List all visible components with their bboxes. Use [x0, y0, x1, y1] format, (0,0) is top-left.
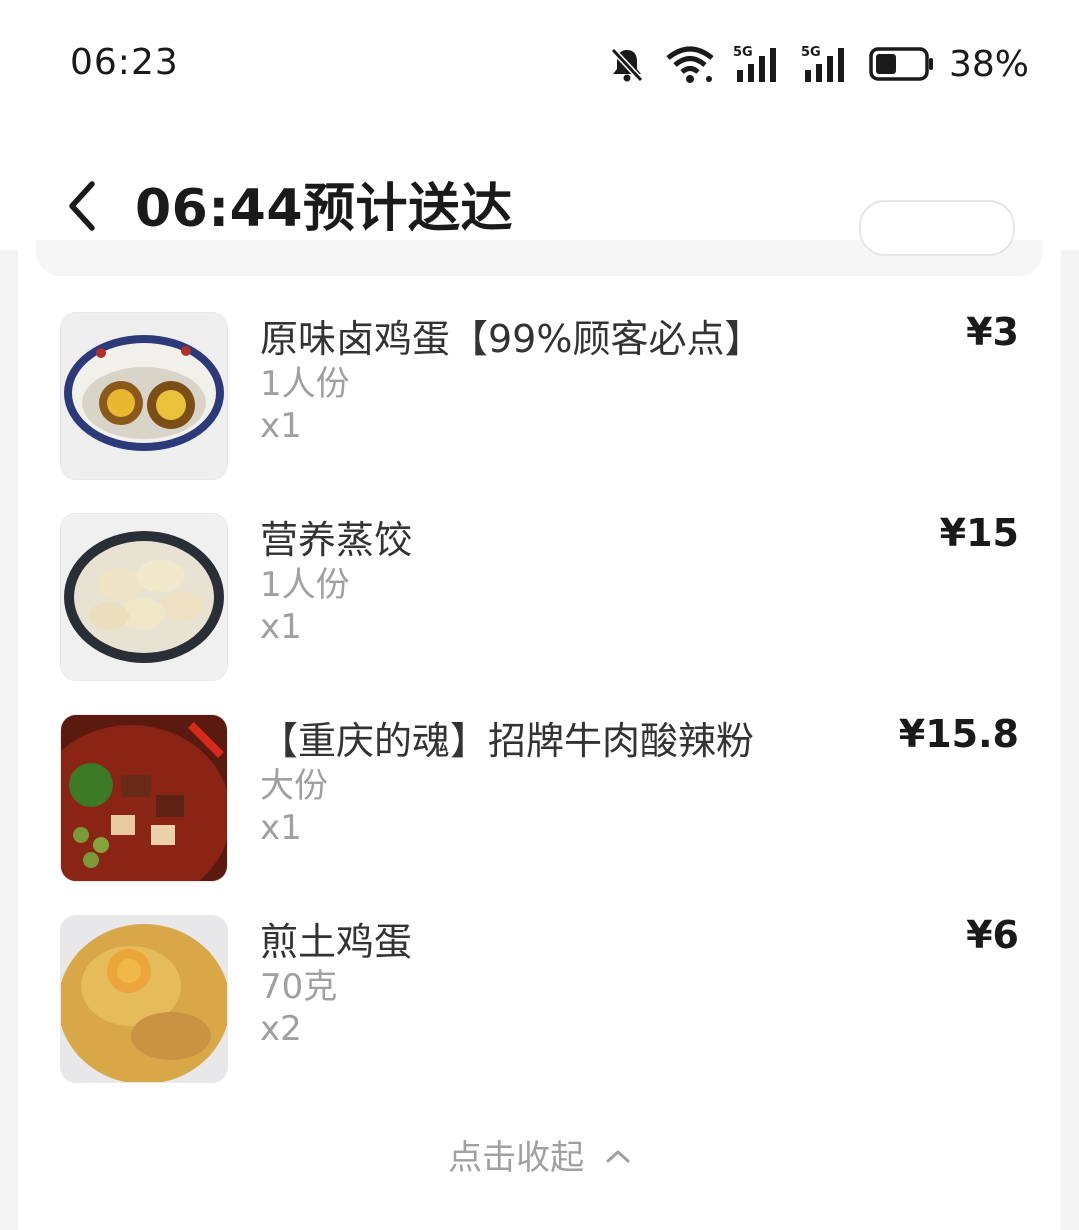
item-name: 营养蒸饺	[260, 518, 413, 562]
order-item[interactable]: 煎土鸡蛋 70克 x2 ¥6	[18, 913, 1061, 1085]
item-spec: 1人份	[260, 364, 350, 404]
previous-section-pill[interactable]	[859, 200, 1015, 256]
chevron-left-icon	[58, 181, 108, 240]
order-item[interactable]: 【重庆的魂】招牌牛肉酸辣粉 大份 x1 ¥15.8	[18, 712, 1061, 884]
item-spec: 70克	[260, 967, 338, 1007]
item-image-fried-egg	[60, 915, 228, 1083]
item-price: ¥15.8	[898, 712, 1019, 756]
svg-text:5G: 5G	[733, 45, 753, 60]
collapse-label: 点击收起	[448, 1138, 585, 1178]
battery-percent: 38%	[948, 43, 1029, 85]
signal-5g-icon: 5G	[733, 44, 783, 84]
item-spec: 大份	[260, 766, 328, 806]
order-items-card: 原味卤鸡蛋【99%顾客必点】 1人份 x1 ¥3 营养蒸饺 1人份 x1 ¥15	[18, 200, 1061, 1230]
chevron-up-icon	[595, 1135, 631, 1175]
item-spec: 1人份	[260, 565, 350, 605]
item-image-steamed-dumplings	[60, 513, 228, 681]
item-quantity: x1	[260, 406, 302, 446]
item-name: 原味卤鸡蛋【99%顾客必点】	[260, 317, 763, 361]
back-button[interactable]	[58, 176, 108, 236]
signal-5g-icon: 5G	[801, 44, 851, 84]
item-price: ¥6	[966, 913, 1019, 957]
previous-section	[36, 200, 1043, 276]
item-image-beef-noodles	[60, 714, 228, 882]
item-quantity: x1	[260, 808, 302, 848]
wifi-icon	[665, 44, 715, 84]
item-image-braised-eggs	[60, 312, 228, 480]
item-quantity: x2	[260, 1009, 302, 1049]
order-item[interactable]: 营养蒸饺 1人份 x1 ¥15	[18, 511, 1061, 683]
page-title: 06:44预计送达	[135, 179, 514, 239]
item-price: ¥15	[939, 511, 1019, 555]
order-item[interactable]: 原味卤鸡蛋【99%顾客必点】 1人份 x1 ¥3	[18, 310, 1061, 482]
item-name: 煎土鸡蛋	[260, 920, 413, 964]
status-bar: 06:23 5G 5G 38%	[0, 0, 1079, 130]
status-time: 06:23	[70, 42, 179, 83]
battery-icon	[869, 46, 935, 82]
svg-text:5G: 5G	[801, 45, 821, 60]
collapse-button[interactable]: 点击收起	[18, 1130, 1061, 1179]
item-price: ¥3	[966, 310, 1019, 354]
item-quantity: x1	[260, 607, 302, 647]
status-icons: 5G 5G 38%	[607, 40, 1029, 88]
item-name: 【重庆的魂】招牌牛肉酸辣粉	[260, 719, 755, 763]
bell-muted-icon	[607, 44, 647, 84]
